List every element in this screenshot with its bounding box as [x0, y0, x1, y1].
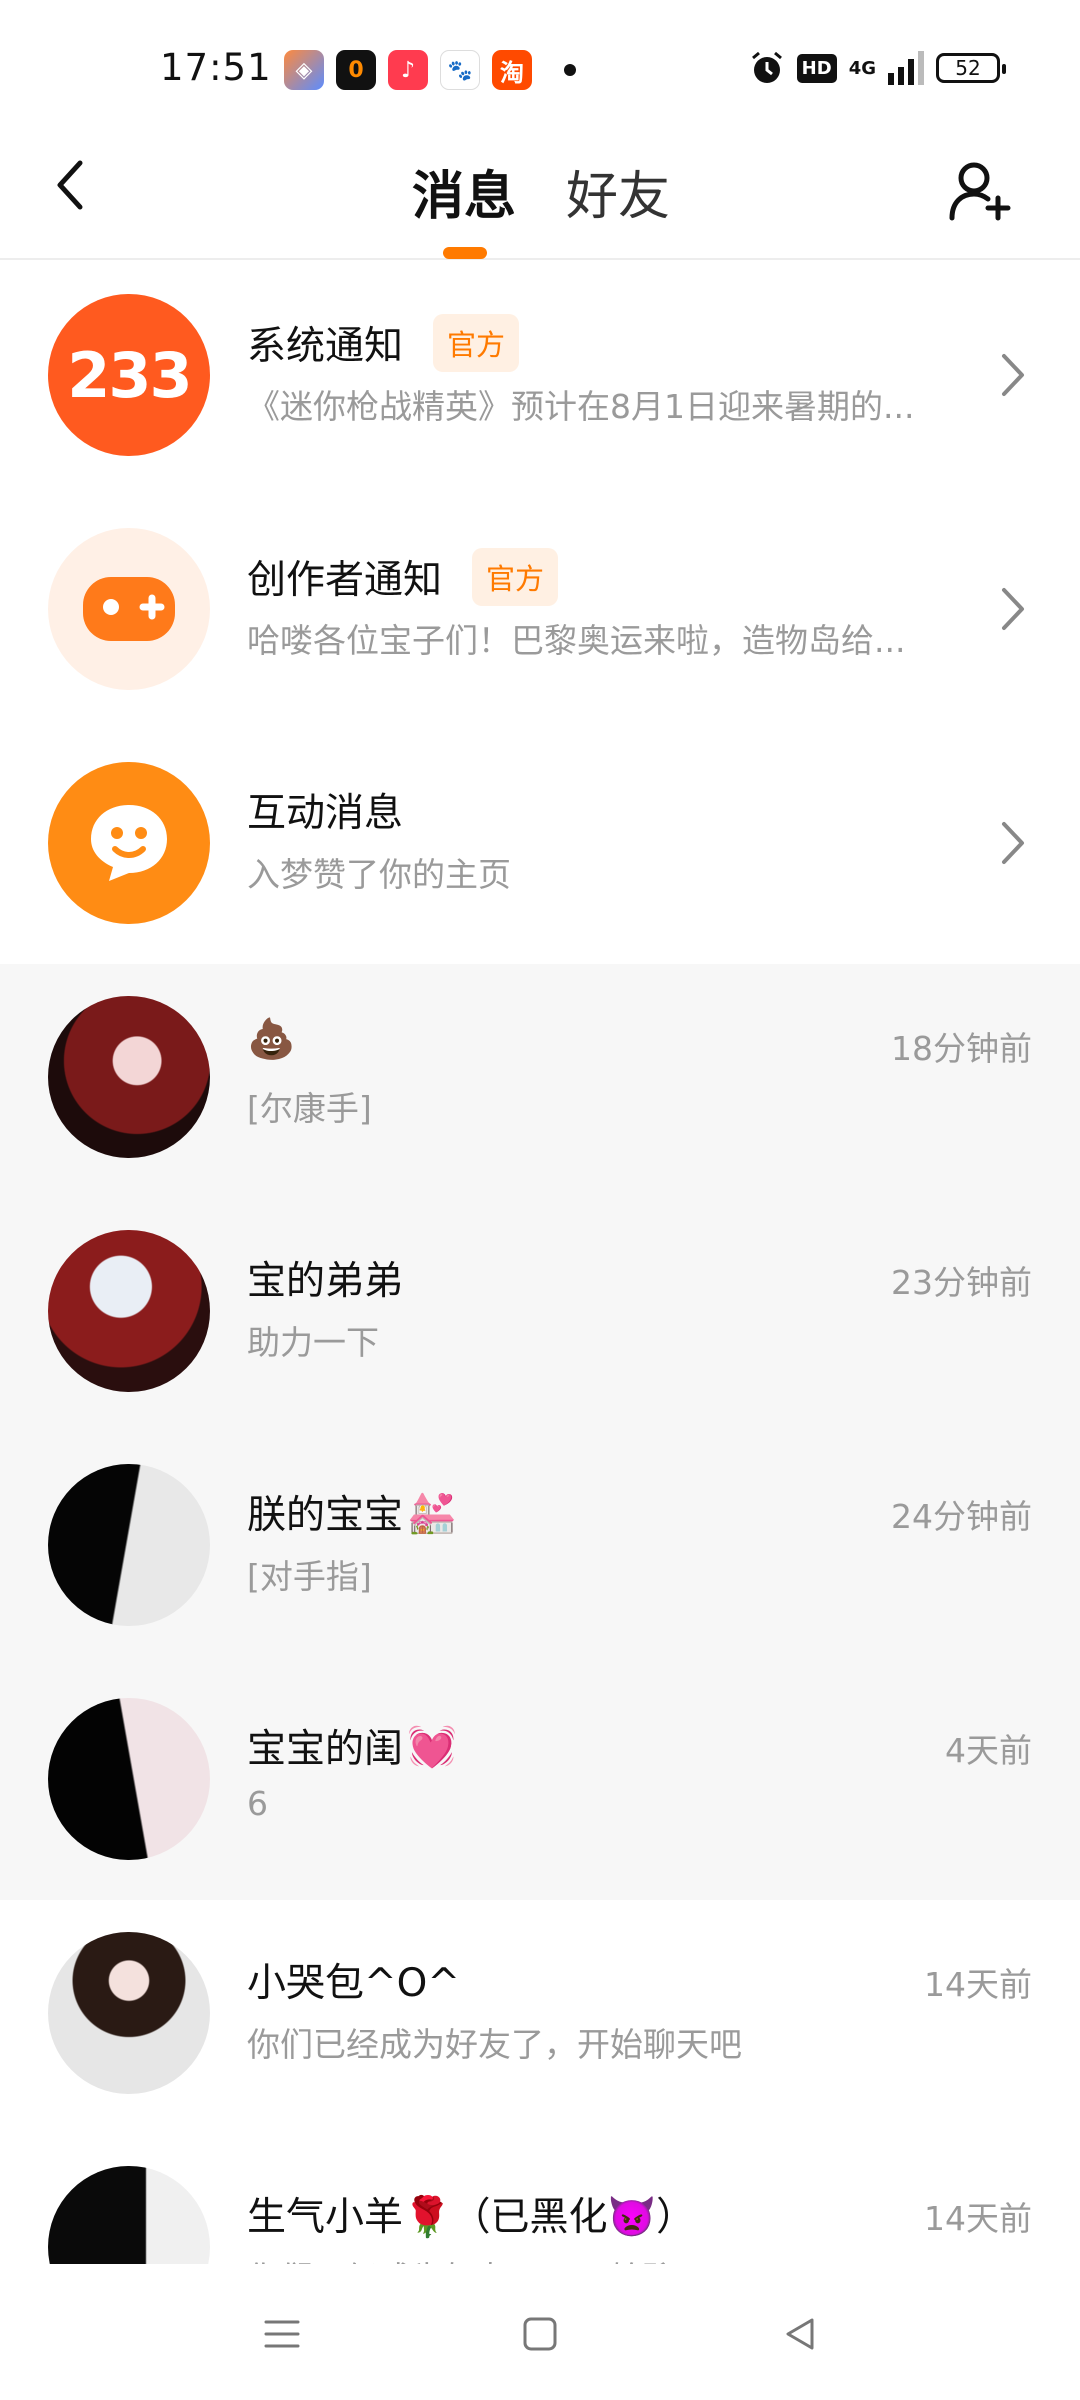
row-title-text: 宝宝的闺 — [247, 1727, 404, 1772]
row-title: 💩 — [247, 1016, 296, 1062]
hd-icon: HD — [796, 53, 837, 83]
row-time: 23分钟前 — [891, 1263, 1032, 1302]
battery-level: 52 — [955, 56, 981, 80]
avatar — [48, 762, 210, 924]
row-title: 朕的宝宝 💒 — [247, 1484, 457, 1540]
notification-icons: ◈ 0 ♪ 🐾 淘 — [284, 50, 576, 90]
row-title-text: 朕的宝宝 — [247, 1493, 404, 1538]
header: 消息 好友 — [0, 120, 1080, 260]
row-time: 18分钟前 — [891, 1029, 1032, 1068]
home-button[interactable] — [510, 2304, 570, 2364]
back-triangle-icon — [786, 2318, 814, 2350]
add-friend-button[interactable] — [940, 150, 1020, 230]
tab-messages[interactable]: 消息 — [412, 154, 516, 229]
row-title-text: 小哭包^O^ — [247, 1961, 461, 2006]
list-item-chat[interactable]: 宝的弟弟 助力一下 23分钟前 — [0, 1198, 1080, 1432]
row-title: 小哭包^O^ — [247, 1952, 460, 2008]
row-subtitle: 6 — [247, 1784, 268, 1823]
row-title: 生气小羊🌹（已黑化👿） — [247, 2186, 695, 2242]
menu-button[interactable] — [252, 2304, 312, 2364]
list-item-chat[interactable]: 💩 [尔康手] 18分钟前 — [0, 964, 1080, 1198]
avatar — [48, 996, 210, 1158]
row-subtitle: [尔康手] — [247, 1089, 372, 1128]
list-item-chat[interactable]: 生气小羊🌹（已黑化👿） 你们已经成为好友了，开始聊天吧 14天前 — [0, 2134, 1080, 2264]
row-time: 14天前 — [924, 1965, 1032, 2004]
row-title-text: 💩 — [247, 1017, 296, 1062]
official-badge: 官方 — [433, 314, 520, 372]
row-title-emoji: 💓 — [407, 1723, 457, 1770]
app-icon-1: ◈ — [284, 50, 324, 90]
chat-bubble-icon — [91, 805, 167, 881]
taobao-app-icon: 淘 — [492, 50, 532, 90]
row-title-text: 创作者通知 — [247, 558, 443, 603]
avatar — [48, 1230, 210, 1392]
row-time: 24分钟前 — [891, 1497, 1032, 1536]
list-item-creator-notice[interactable]: 创作者通知 官方 哈喽各位宝子们！巴黎奥运来啦，造物岛给... — [0, 496, 1080, 730]
row-subtitle: 你们已经成为好友了，开始聊天吧 — [247, 2025, 742, 2064]
official-badge: 官方 — [472, 548, 559, 606]
baidu-app-icon: 🐾 — [440, 50, 480, 90]
list-item-chat[interactable]: 小哭包^O^ 你们已经成为好友了，开始聊天吧 14天前 — [0, 1900, 1080, 2134]
avatar — [48, 1698, 210, 1860]
row-subtitle: 《迷你枪战精英》预计在8月1日迎来暑期的... — [247, 387, 915, 426]
row-title-text: 互动消息 — [247, 791, 404, 836]
app-icon-2: 0 — [336, 50, 376, 90]
alarm-icon — [751, 51, 782, 83]
row-title: 宝宝的闺 💓 — [247, 1718, 457, 1774]
avatar — [48, 2166, 210, 2264]
row-time: 4天前 — [945, 1731, 1032, 1770]
chevron-right-icon — [1002, 822, 1024, 864]
row-title-text: 宝的弟弟 — [247, 1259, 404, 1304]
chevron-right-icon — [1002, 354, 1024, 396]
home-square-icon — [523, 2317, 557, 2351]
row-time: 14天前 — [924, 2199, 1032, 2238]
row-title-emoji: 💒 — [407, 1489, 457, 1536]
system-nav-bar — [0, 2264, 1080, 2400]
tab-friends[interactable]: 好友 — [566, 154, 670, 229]
battery-icon: 52 — [936, 53, 1006, 83]
row-subtitle: 助力一下 — [247, 1323, 379, 1362]
row-title: 宝的弟弟 — [247, 1250, 403, 1306]
gamepad-icon — [83, 577, 175, 641]
chevron-right-icon — [1002, 588, 1024, 630]
screen: 17:51 ◈ 0 ♪ 🐾 淘 HD 4G 52 消息 好友 233 系统通知 … — [0, 0, 1080, 2400]
row-subtitle: 哈喽各位宝子们！巴黎奥运来啦，造物岛给... — [247, 621, 906, 660]
row-title: 互动消息 — [247, 782, 403, 838]
row-title-text: 生气小羊🌹（已黑化👿） — [247, 2195, 696, 2240]
avatar-text: 233 — [67, 338, 192, 412]
menu-icon — [264, 2320, 300, 2348]
row-title-text: 系统通知 — [247, 324, 404, 369]
list-item-system-notice[interactable]: 233 系统通知 官方 《迷你枪战精英》预计在8月1日迎来暑期的... — [0, 262, 1080, 496]
tab-indicator — [443, 247, 487, 259]
network-type: 4G — [848, 57, 876, 79]
music-app-icon: ♪ — [388, 50, 428, 90]
list-item-chat[interactable]: 朕的宝宝 💒 [对手指] 24分钟前 — [0, 1432, 1080, 1666]
back-arrow-icon — [57, 160, 83, 210]
message-list: 233 系统通知 官方 《迷你枪战精英》预计在8月1日迎来暑期的... 创作者通… — [0, 262, 1080, 2264]
back-button[interactable] — [40, 150, 100, 220]
row-subtitle: 你们已经成为好友了，开始聊天吧 — [247, 2252, 742, 2264]
row-subtitle: [对手指] — [247, 1557, 372, 1596]
row-title: 系统通知 官方 — [247, 314, 520, 372]
avatar: 233 — [48, 294, 210, 456]
row-subtitle: 入梦赞了你的主页 — [247, 855, 511, 894]
more-notifications-dot — [564, 64, 576, 76]
avatar — [48, 528, 210, 690]
system-icons: HD 4G 52 — [749, 50, 1006, 86]
list-item-interaction[interactable]: 互动消息 入梦赞了你的主页 — [0, 730, 1080, 964]
status-bar: 17:51 ◈ 0 ♪ 🐾 淘 HD 4G 52 — [0, 0, 1080, 120]
row-title: 创作者通知 官方 — [247, 548, 559, 606]
back-nav-button[interactable] — [770, 2304, 830, 2364]
list-item-chat[interactable]: 宝宝的闺 💓 6 4天前 — [0, 1666, 1080, 1900]
avatar — [48, 1464, 210, 1626]
add-user-icon — [949, 162, 1011, 221]
status-time: 17:51 — [160, 46, 272, 89]
signal-icon — [888, 51, 924, 85]
avatar — [48, 1932, 210, 2094]
